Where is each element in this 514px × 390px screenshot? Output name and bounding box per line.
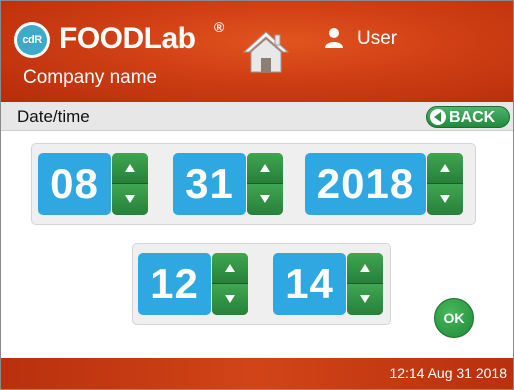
arrow-up-icon [440, 164, 450, 172]
header: cdR FOODLab ® Company name User [1, 1, 513, 102]
minute-decrement-button[interactable] [347, 284, 383, 315]
day-decrement-button[interactable] [247, 184, 283, 215]
home-icon [242, 31, 290, 73]
logo-badge: cdR [14, 22, 50, 58]
month-decrement-button[interactable] [112, 184, 148, 215]
title-bar: Date/time BACK [1, 102, 513, 131]
user-icon [325, 28, 343, 48]
hour-value[interactable]: 12 [138, 253, 211, 315]
year-decrement-button[interactable] [427, 184, 463, 215]
hour-increment-button[interactable] [212, 253, 248, 284]
year-value[interactable]: 2018 [305, 153, 426, 215]
company-name: Company name [23, 67, 158, 88]
year-increment-button[interactable] [427, 153, 463, 184]
registered-mark: ® [214, 19, 225, 35]
hour-decrement-button[interactable] [212, 284, 248, 315]
day-increment-button[interactable] [247, 153, 283, 184]
arrow-up-icon [260, 164, 270, 172]
logo-text: FOODLab [59, 22, 196, 55]
arrow-down-icon [260, 195, 270, 203]
arrow-down-icon [225, 295, 235, 303]
arrow-down-icon [440, 195, 450, 203]
back-label: BACK [449, 109, 496, 126]
page-title: Date/time [17, 107, 90, 126]
back-button[interactable]: BACK [426, 106, 510, 128]
arrow-up-icon [125, 164, 135, 172]
hour-stepper [212, 253, 248, 315]
home-button[interactable] [241, 28, 291, 76]
arrow-up-icon [225, 264, 235, 272]
back-arrow-icon [430, 109, 446, 125]
arrow-down-icon [125, 195, 135, 203]
user-label: User [357, 28, 398, 49]
time-panel: 12 14 [132, 243, 391, 325]
month-stepper [112, 153, 148, 215]
minute-stepper [347, 253, 383, 315]
minute-value[interactable]: 14 [273, 253, 346, 315]
day-stepper [247, 153, 283, 215]
footer: 12:14 Aug 31 2018 [1, 358, 513, 389]
date-panel: 08 31 2018 [31, 143, 476, 225]
year-stepper [427, 153, 463, 215]
ok-button[interactable]: OK [434, 298, 474, 338]
arrow-down-icon [360, 295, 370, 303]
logo-badge-text: cdR [17, 25, 47, 55]
status-clock: 12:14 Aug 31 2018 [389, 365, 507, 381]
arrow-up-icon [360, 264, 370, 272]
month-value[interactable]: 08 [38, 153, 111, 215]
date-time-screen: cdR FOODLab ® Company name User Date/tim… [0, 0, 514, 390]
day-value[interactable]: 31 [173, 153, 246, 215]
month-increment-button[interactable] [112, 153, 148, 184]
minute-increment-button[interactable] [347, 253, 383, 284]
